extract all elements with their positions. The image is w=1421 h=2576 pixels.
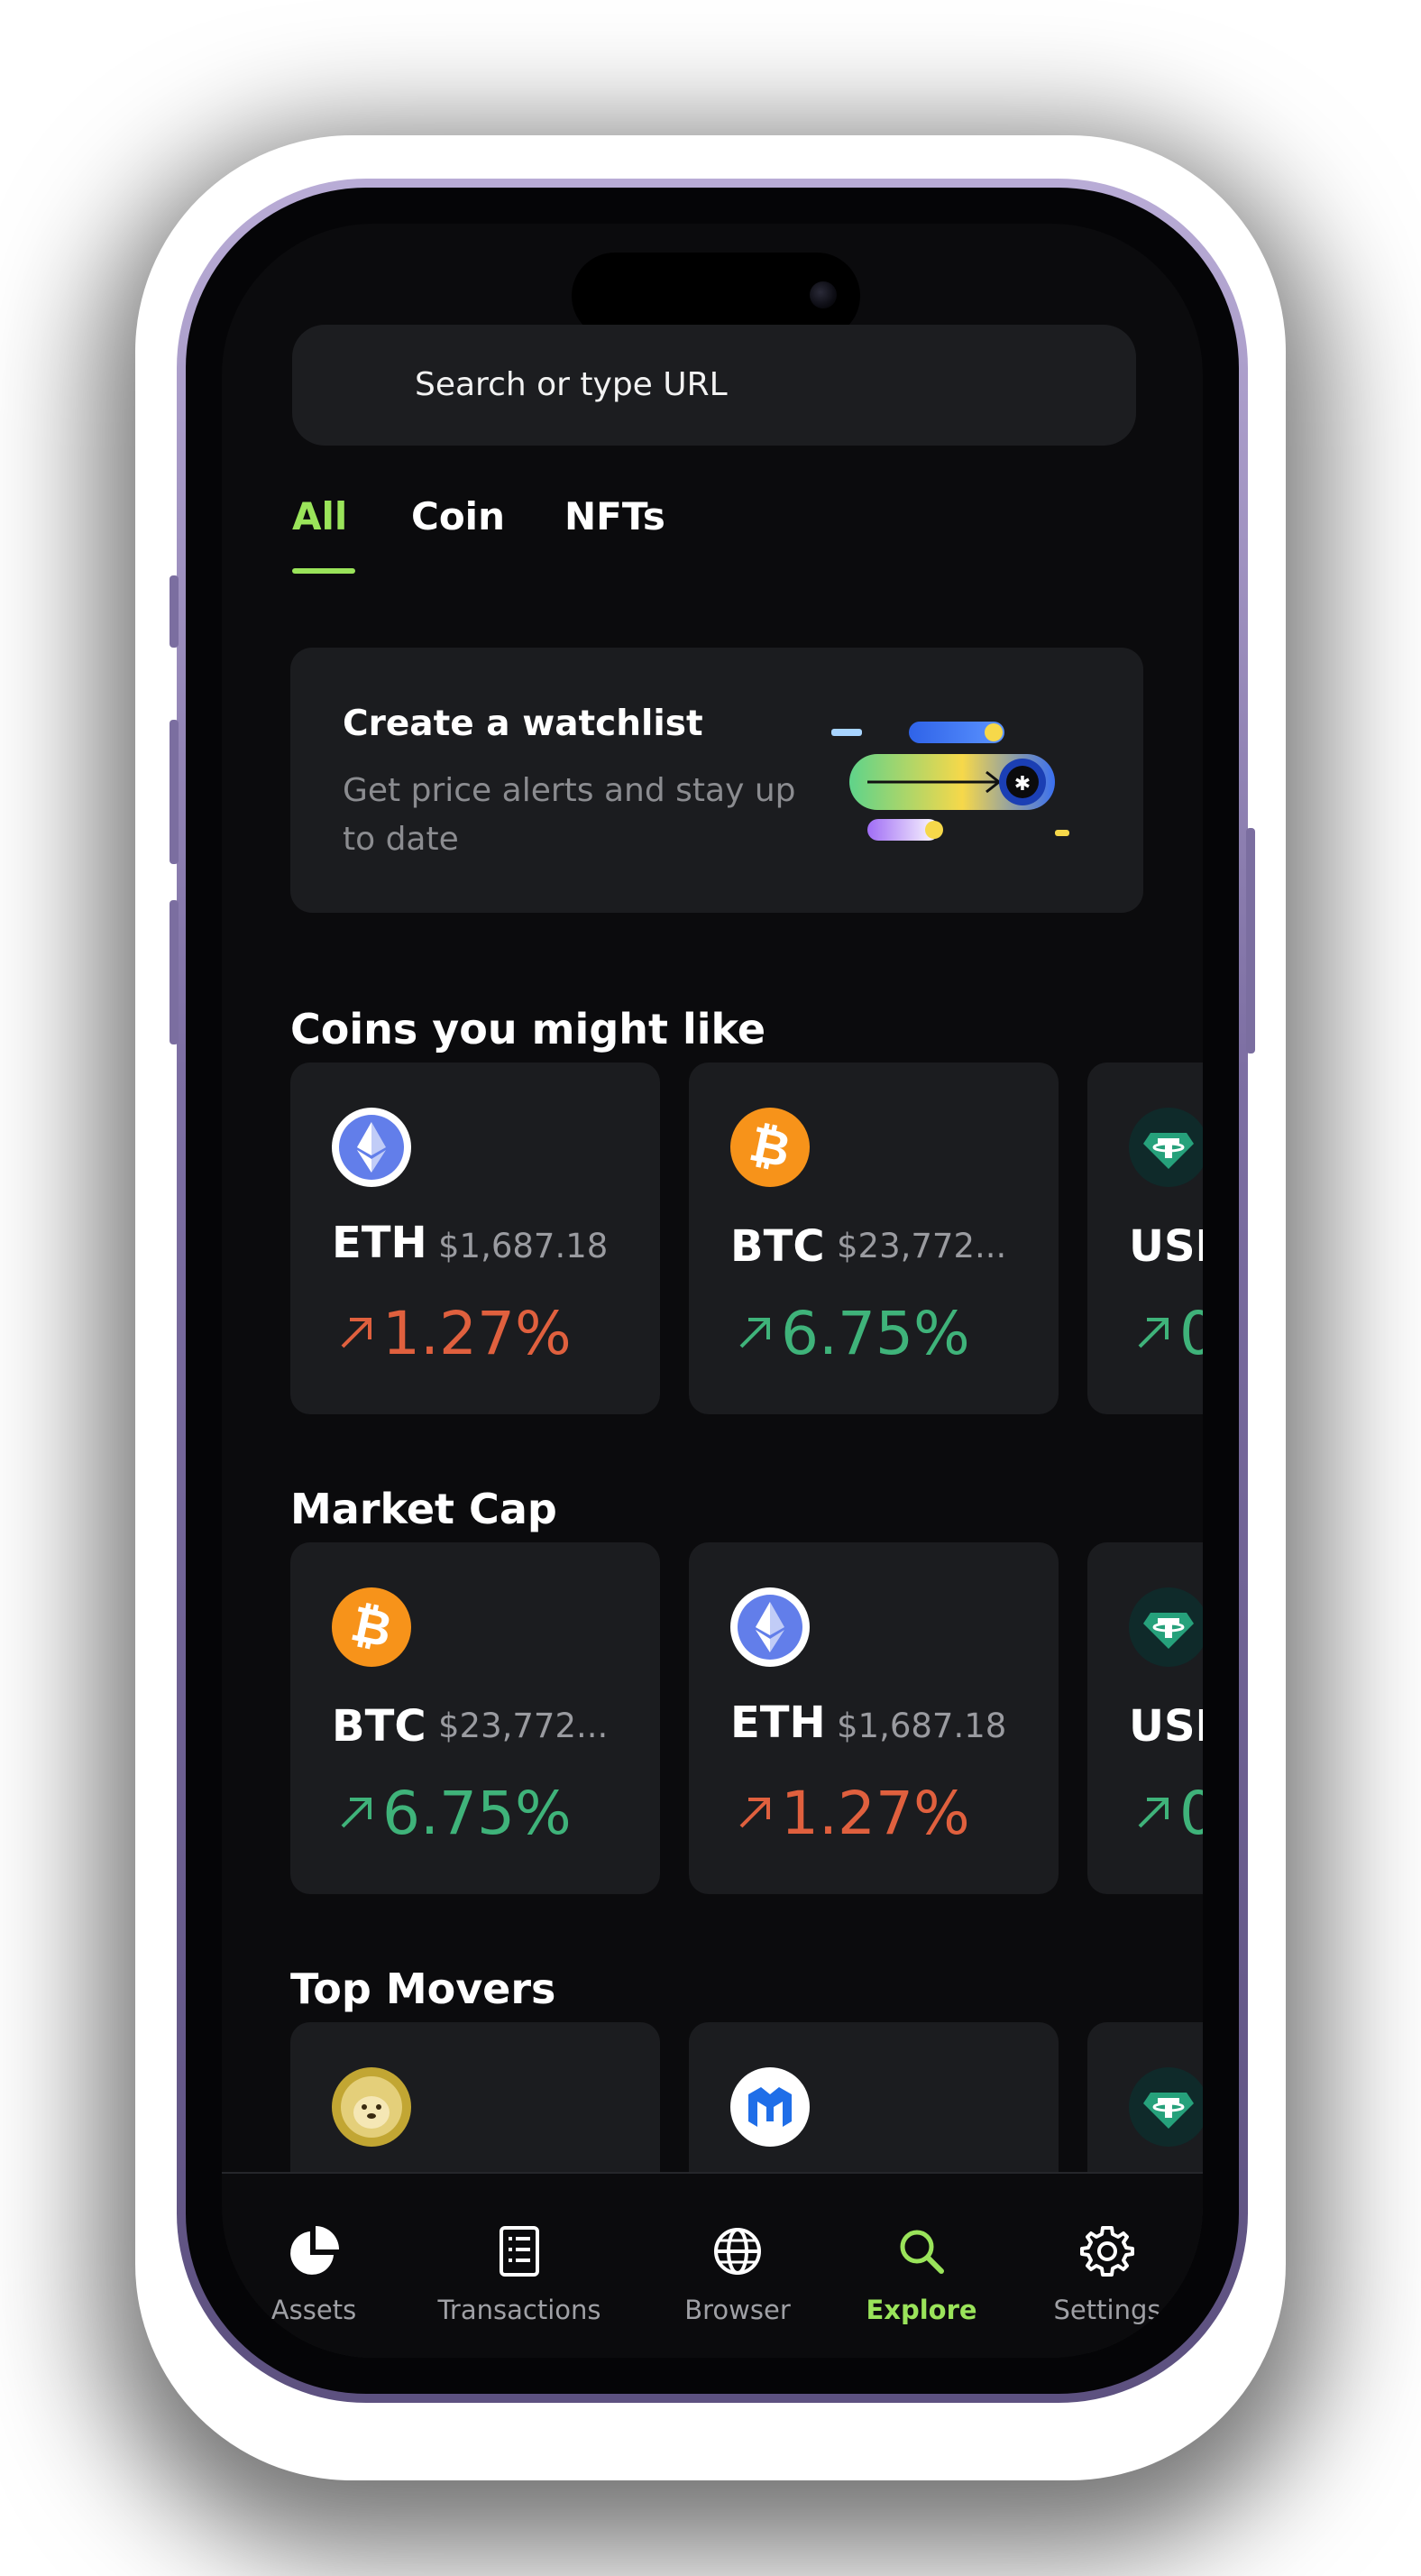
action-button [170,575,179,648]
coin-symbol: USD [1129,1221,1203,1272]
coin-change-value: 6.75% [781,1299,970,1368]
active-tab-indicator [292,568,355,574]
market-card-btc[interactable]: ₿ BTC $23,772... 6.75% [290,1542,660,1894]
watchlist-illustration: ✱ [831,722,1069,841]
market-card-eth[interactable]: ETH $1,687.18 1.27% [689,1542,1059,1894]
trend-up-icon [1138,1797,1169,1828]
coin-price: $23,772... [837,1227,1007,1265]
coin-price: $23,772... [438,1707,609,1745]
tab-nfts[interactable]: NFTs [564,494,665,538]
coin-symbol: ETH [332,1218,427,1268]
coin-change: 0 [1134,1299,1203,1368]
nav-label: Assets [270,2295,357,2325]
bottom-nav: Assets Transactions Browser Explore Sett… [222,2172,1203,2358]
screen: Search or type URL All Coin NFTs Create … [222,224,1203,2358]
tether-icon [1129,2067,1203,2147]
nav-label: Settings [1053,2295,1161,2325]
watchlist-banner[interactable]: Create a watchlist Get price alerts and … [290,648,1143,913]
coin-change: 6.75% [337,1779,572,1848]
watchlist-subtitle: Get price alerts and stay up to date [343,772,796,858]
bezel: Search or type URL All Coin NFTs Create … [186,188,1239,2394]
coin-card-usdt[interactable]: USD 0 [1087,1063,1203,1414]
section-title-market-cap: Market Cap [290,1485,557,1533]
coin-change-value: 1.27% [382,1299,572,1368]
coin-card-btc[interactable]: ₿ BTC $23,772... 6.75% [689,1063,1059,1414]
coin-symbol: BTC [332,1701,426,1752]
coin-symbol: USD [1129,1701,1203,1752]
phone-frame: Search or type URL All Coin NFTs Create … [170,179,1255,2403]
nav-label: Browser [684,2295,791,2325]
receipt-icon [500,2226,539,2277]
trend-up-icon [341,1317,371,1348]
svg-text:✱: ✱ [1014,773,1031,796]
power-button [1246,828,1255,1053]
search-placeholder: Search or type URL [415,366,728,403]
coin-price: $1,687.18 [438,1227,609,1265]
search-icon [900,2230,944,2274]
volume-up-button [170,720,179,864]
nav-item-transactions[interactable]: Transactions [429,2222,610,2325]
nav-item-settings[interactable]: Settings [1017,2222,1197,2325]
trend-up-icon [739,1797,770,1828]
coin-symbol: ETH [730,1697,826,1748]
nav-item-assets[interactable]: Assets [224,2222,404,2325]
watchlist-title: Create a watchlist [343,704,703,744]
tab-coin-label: Coin [411,494,505,538]
coin-change: 0 [1134,1779,1203,1848]
tab-all[interactable]: All [292,494,355,574]
coin-change-value: 6.75% [382,1779,572,1848]
camera-icon [810,281,837,308]
polygon-icon [730,2067,810,2147]
bitcoin-icon: ₿ [730,1108,810,1187]
coin-change-value: 0 [1179,1299,1203,1368]
market-card-usdt[interactable]: USD 0 [1087,1542,1203,1894]
globe-icon [714,2228,761,2275]
tether-icon [1129,1108,1203,1187]
tab-all-label: All [292,494,348,538]
trend-up-icon [341,1797,371,1828]
nav-item-browser[interactable]: Browser [647,2222,828,2325]
trend-up-icon [1138,1317,1169,1348]
dogecoin-icon [332,2067,411,2147]
gear-icon [1080,2226,1134,2277]
tab-nfts-label: NFTs [564,494,665,538]
coin-change: 1.27% [337,1299,572,1368]
nav-item-explore[interactable]: Explore [831,2222,1012,2325]
pie-chart-icon [290,2226,339,2275]
trend-up-icon [739,1317,770,1348]
section-title-coins: Coins you might like [290,1005,766,1053]
coin-change-value: 1.27% [781,1779,970,1848]
search-input[interactable]: Search or type URL [292,325,1136,446]
nav-label: Explore [866,2295,977,2325]
tether-icon [1129,1587,1203,1667]
nav-label: Transactions [437,2295,601,2325]
ethereum-icon [332,1108,411,1187]
tab-coin[interactable]: Coin [411,494,505,538]
ethereum-icon [730,1587,810,1667]
coin-change: 6.75% [736,1299,970,1368]
coin-card-eth[interactable]: ETH $1,687.18 1.27% [290,1063,660,1414]
coin-price: $1,687.18 [837,1707,1007,1745]
volume-down-button [170,900,179,1044]
section-title-top-movers: Top Movers [290,1964,556,2013]
bitcoin-icon: ₿ [332,1587,411,1667]
coin-symbol: BTC [730,1221,825,1272]
coin-change: 1.27% [736,1779,970,1848]
coin-change-value: 0 [1179,1779,1203,1848]
